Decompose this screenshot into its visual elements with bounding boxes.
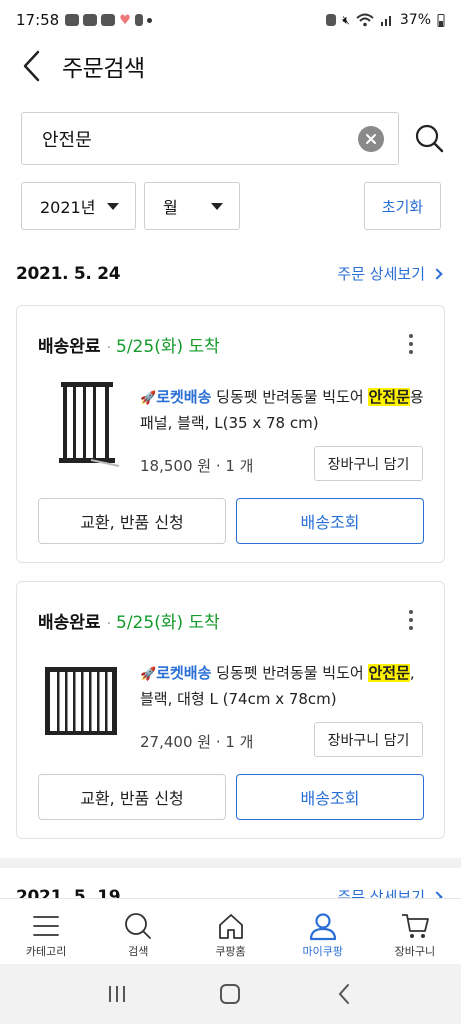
status-bar: 17:58 ♥ 🔇︎ 37% xyxy=(0,0,461,40)
page-title: 주문검색 xyxy=(62,56,145,82)
chat-icon xyxy=(101,14,116,26)
rocket-icon: 🚀 xyxy=(140,391,157,406)
search-input[interactable] xyxy=(42,128,358,149)
bottom-nav: 카테고리 검색 쿠팡홈 마이쿠팡 장바구니 xyxy=(0,898,461,964)
status-left: 17:58 ♥ xyxy=(16,11,152,29)
heart-icon: ♥ xyxy=(119,12,131,28)
year-select[interactable]: 2021년 xyxy=(21,182,136,230)
search-icon[interactable] xyxy=(413,123,445,155)
title-highlight: 문 xyxy=(396,388,410,406)
search-icon xyxy=(125,913,152,939)
rocket-icon: 🚀 xyxy=(140,667,157,682)
reset-button[interactable]: 초기화 xyxy=(364,182,441,230)
order-card: 배송완료 · 5/25(화) 도착 🚀로켓배송 딩동펫 반려동물 빅도어 안전문… xyxy=(16,305,445,563)
year-select-value: 2021년 xyxy=(40,198,96,217)
battery-icon xyxy=(437,14,445,27)
chevron-right-icon xyxy=(431,267,443,280)
order-detail-label: 주문 상세보기 xyxy=(337,265,425,283)
lock-icon xyxy=(326,14,337,26)
nav-item-search[interactable]: 검색 xyxy=(92,899,184,964)
person-icon xyxy=(309,913,336,941)
battery-percent: 37% xyxy=(399,12,431,28)
exchange-return-button[interactable]: 교환, 반품 신청 xyxy=(38,774,226,820)
signal-icon xyxy=(380,16,391,26)
delivery-status: 배송완료 · 5/25(화) 도착 xyxy=(38,332,220,357)
nav-item-category[interactable]: 카테고리 xyxy=(0,899,92,964)
nav-label: 장바구니 xyxy=(394,945,436,958)
nav-label: 마이쿠팡 xyxy=(302,945,343,958)
title-highlight: 문 xyxy=(396,664,410,682)
arrival-date: 5/25(화) 도착 xyxy=(116,337,220,357)
track-delivery-button[interactable]: 배송조회 xyxy=(236,774,424,820)
cart-icon xyxy=(401,914,429,938)
product-image[interactable] xyxy=(43,658,119,748)
more-options-icon[interactable] xyxy=(408,334,414,354)
status-separator: · xyxy=(106,616,112,632)
nav-label: 검색 xyxy=(128,945,149,958)
title-highlight: 안전 xyxy=(368,664,397,682)
bottle-icon xyxy=(134,14,143,26)
system-back-icon[interactable] xyxy=(332,982,356,1006)
nav-label: 쿠팡홈 xyxy=(215,945,246,958)
status-label: 배송완료 xyxy=(38,613,101,633)
caret-down-icon xyxy=(211,202,223,210)
add-to-cart-button[interactable]: 장바구니 담기 xyxy=(314,722,423,757)
app-header: 주문검색 xyxy=(0,40,461,92)
exchange-return-button[interactable]: 교환, 반품 신청 xyxy=(38,498,226,544)
product-price: 18,500 원 · 1 개 xyxy=(140,457,254,475)
title-text: 딩동펫 반려동물 빅도어 xyxy=(216,388,369,406)
status-label: 배송완료 xyxy=(38,337,101,357)
notification-icons: ♥ xyxy=(65,13,152,28)
home-button-icon[interactable] xyxy=(218,982,242,1006)
status-separator: · xyxy=(106,340,112,356)
section-divider xyxy=(0,858,461,868)
order-date: 2021. 5. 24 xyxy=(16,263,121,284)
talk-icon xyxy=(65,14,80,26)
product-title[interactable]: 🚀로켓배송 딩동펫 반려동물 빅도어 안전문용 패널, 블랙, L(35 x 7… xyxy=(140,385,430,435)
title-text: 딩동펫 반려동물 빅도어 xyxy=(216,664,369,682)
filter-row: 2021년 월 초기화 xyxy=(21,182,441,230)
month-select-value: 월 xyxy=(163,198,178,217)
order-date-row: 2021. 5. 24 주문 상세보기 xyxy=(16,263,443,284)
caret-down-icon xyxy=(107,202,119,210)
mute-icon: 🔇︎ xyxy=(342,12,350,27)
search-row xyxy=(21,112,445,165)
wifi-icon xyxy=(356,13,374,27)
order-detail-link[interactable]: 주문 상세보기 xyxy=(337,263,443,284)
delivery-status: 배송완료 · 5/25(화) 도착 xyxy=(38,608,220,633)
nav-label: 카테고리 xyxy=(25,945,67,958)
nav-item-home[interactable]: 쿠팡홈 xyxy=(184,899,276,964)
more-options-icon[interactable] xyxy=(408,610,414,630)
order-card: 배송완료 · 5/25(화) 도착 🚀로켓배송 딩동펫 반려동물 빅도어 안전문… xyxy=(16,581,445,839)
arrival-date: 5/25(화) 도착 xyxy=(116,613,220,633)
product-price: 27,400 원 · 1 개 xyxy=(140,733,254,751)
status-right: 🔇︎ 37% xyxy=(326,12,445,28)
clear-icon[interactable] xyxy=(358,125,384,152)
rocket-delivery-label: 로켓배송 xyxy=(156,664,212,682)
month-select[interactable]: 월 xyxy=(144,182,240,230)
nav-item-my-coupang[interactable]: 마이쿠팡 xyxy=(277,899,369,964)
status-time: 17:58 xyxy=(16,11,60,29)
nav-item-cart[interactable]: 장바구니 xyxy=(369,899,461,964)
back-arrow-icon[interactable] xyxy=(18,48,44,84)
system-nav-bar xyxy=(0,964,461,1024)
add-to-cart-button[interactable]: 장바구니 담기 xyxy=(314,446,423,481)
recent-apps-icon[interactable] xyxy=(105,982,129,1006)
title-highlight: 안전 xyxy=(368,388,397,406)
product-title[interactable]: 🚀로켓배송 딩동펫 반려동물 빅도어 안전문, 블랙, 대형 L (74cm x… xyxy=(140,661,430,711)
home-icon xyxy=(218,914,243,939)
menu-icon xyxy=(33,916,59,936)
product-image[interactable] xyxy=(51,378,121,468)
message-icon xyxy=(83,14,98,26)
rocket-delivery-label: 로켓배송 xyxy=(156,388,212,406)
more-notifications-icon xyxy=(146,17,152,23)
track-delivery-button[interactable]: 배송조회 xyxy=(236,498,424,544)
search-box xyxy=(21,112,399,165)
